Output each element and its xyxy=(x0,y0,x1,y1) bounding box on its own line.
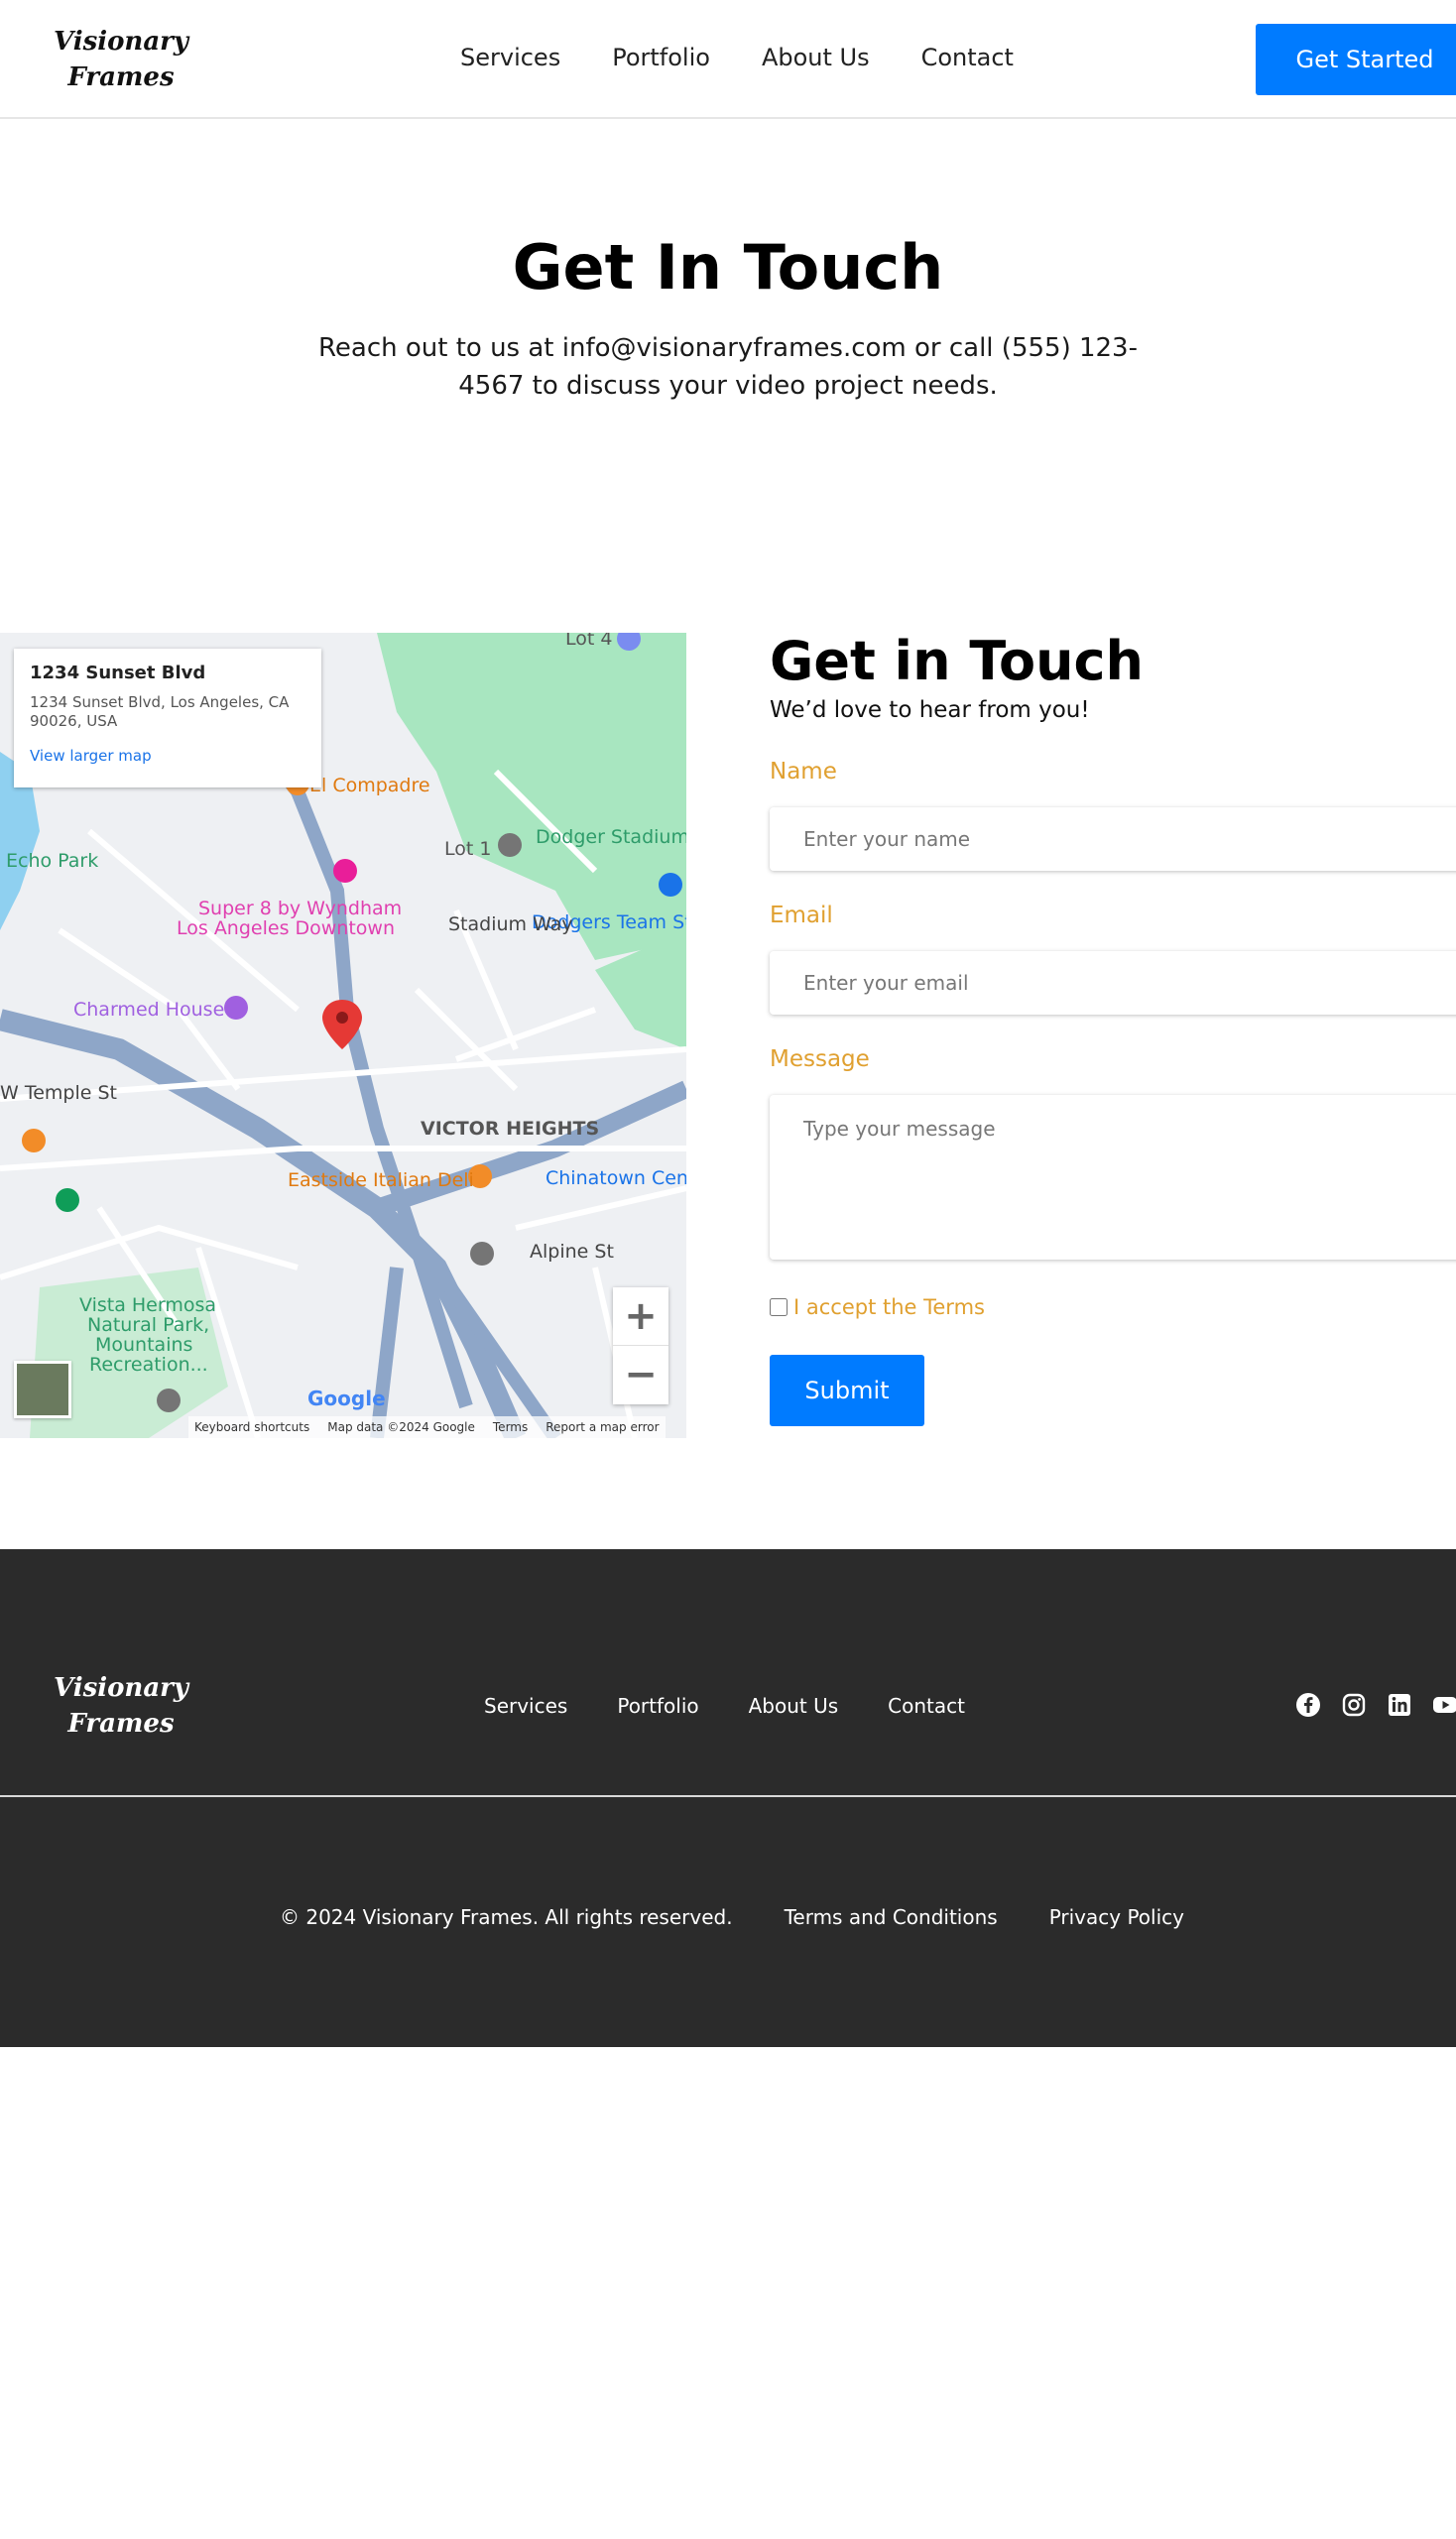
footer-nav-about-us[interactable]: About Us xyxy=(749,1690,839,1722)
site-header: Visionary Frames Services Portfolio Abou… xyxy=(0,0,1456,119)
embedded-map[interactable]: Echo Park El Compadre Dodger Stadium Lot… xyxy=(0,633,686,1438)
hero-subtitle: Reach out to us at info@visionaryframes.… xyxy=(318,333,1138,401)
copyright-text: © 2024 Visionary Frames. All rights rese… xyxy=(280,1905,733,1929)
site-footer: Visionary Frames Services Portfolio Abou… xyxy=(0,1549,1456,2047)
nav-contact[interactable]: Contact xyxy=(921,40,1014,75)
nav-about-us[interactable]: About Us xyxy=(762,40,870,75)
map-label-chinatown: Chinatown Cent xyxy=(546,1167,686,1189)
zoom-in-button[interactable]: + xyxy=(613,1287,668,1346)
email-label: Email xyxy=(770,903,833,928)
map-place-card: 1234 Sunset Blvd 1234 Sunset Blvd, Los A… xyxy=(14,649,321,787)
view-larger-map-link[interactable]: View larger map xyxy=(30,747,305,765)
map-label-lot1: Lot 1 xyxy=(444,838,491,860)
logo-line-2: Frames xyxy=(67,62,175,92)
map-attribution: Keyboard shortcuts Map data ©2024 Google… xyxy=(188,1416,666,1438)
map-label-victor-heights: VICTOR HEIGHTS xyxy=(421,1118,599,1140)
name-label: Name xyxy=(770,759,837,785)
footer-logo-line-1: Visionary xyxy=(53,1673,188,1703)
zoom-out-button[interactable]: − xyxy=(613,1346,668,1404)
logo[interactable]: Visionary Frames xyxy=(52,24,190,95)
logo-line-1: Visionary xyxy=(53,27,188,57)
footer-bottom-bar: © 2024 Visionary Frames. All rights rese… xyxy=(280,1902,1236,1932)
youtube-icon[interactable] xyxy=(1432,1692,1456,1718)
map-label-alpine: Alpine St xyxy=(530,1241,614,1263)
main-nav: Services Portfolio About Us Contact xyxy=(460,40,1065,75)
map-terms-link[interactable]: Terms xyxy=(493,1416,528,1438)
footer-nav-services[interactable]: Services xyxy=(484,1690,567,1722)
form-subtitle: We’d love to hear from you! xyxy=(770,697,1090,723)
map-label-vista-4: Recreation... xyxy=(89,1354,208,1376)
instagram-icon[interactable] xyxy=(1341,1692,1367,1718)
map-label-lot4: Lot 4 xyxy=(565,633,612,650)
map-label-stadium-way: Stadium Way xyxy=(448,913,573,935)
map-place-title: 1234 Sunset Blvd xyxy=(30,663,206,683)
map-label-charmed-house: Charmed House xyxy=(73,999,224,1021)
map-label-vista-2: Natural Park, xyxy=(87,1314,209,1336)
map-label-vista-3: Mountains xyxy=(95,1334,192,1356)
footer-nav-portfolio[interactable]: Portfolio xyxy=(617,1690,698,1722)
social-links xyxy=(1295,1692,1456,1718)
nav-portfolio[interactable]: Portfolio xyxy=(612,40,710,75)
submit-button[interactable]: Submit xyxy=(770,1355,924,1426)
message-label: Message xyxy=(770,1046,870,1072)
map-label-dodger-stadium: Dodger Stadium xyxy=(536,826,686,848)
map-label-vista-1: Vista Hermosa xyxy=(79,1294,216,1316)
footer-divider xyxy=(0,1795,1456,1797)
terms-checkbox[interactable] xyxy=(770,1298,788,1316)
get-started-button[interactable]: Get Started xyxy=(1256,24,1456,95)
map-label-eastside: Eastside Italian Deli xyxy=(288,1169,474,1191)
map-label-compadre: El Compadre xyxy=(309,775,430,796)
map-data-text: Map data ©2024 Google xyxy=(327,1420,475,1434)
map-label-super8-b: Los Angeles Downtown xyxy=(177,917,395,939)
map-label-echo-park: Echo Park xyxy=(6,850,98,872)
privacy-link[interactable]: Privacy Policy xyxy=(1049,1902,1184,1932)
map-label-super8: Super 8 by Wyndham xyxy=(198,898,402,919)
map-place-address: 1234 Sunset Blvd, Los Angeles, CA 90026,… xyxy=(30,693,290,730)
facebook-icon[interactable] xyxy=(1295,1692,1321,1718)
linkedin-icon[interactable] xyxy=(1387,1692,1412,1718)
satellite-toggle[interactable] xyxy=(14,1361,71,1418)
footer-logo[interactable]: Visionary Frames xyxy=(52,1670,190,1742)
footer-nav-contact[interactable]: Contact xyxy=(888,1690,965,1722)
message-textarea[interactable] xyxy=(770,1095,1456,1260)
nav-services[interactable]: Services xyxy=(460,40,560,75)
footer-logo-line-2: Frames xyxy=(67,1709,175,1739)
terms-row: I accept the Terms xyxy=(770,1295,985,1319)
google-logo: Google xyxy=(307,1387,386,1410)
report-map-error-link[interactable]: Report a map error xyxy=(546,1416,659,1438)
map-zoom-controls: + − xyxy=(613,1287,668,1404)
page-title: Get In Touch xyxy=(512,231,944,303)
terms-link[interactable]: Terms and Conditions xyxy=(785,1902,998,1932)
keyboard-shortcuts-link[interactable]: Keyboard shortcuts xyxy=(194,1416,309,1438)
map-label-temple: W Temple St xyxy=(0,1082,117,1104)
form-title: Get in Touch xyxy=(770,630,1144,692)
footer-nav: Services Portfolio About Us Contact xyxy=(484,1690,1015,1722)
terms-label[interactable]: I accept the Terms xyxy=(793,1295,985,1319)
name-input[interactable] xyxy=(770,807,1456,871)
email-input[interactable] xyxy=(770,951,1456,1015)
